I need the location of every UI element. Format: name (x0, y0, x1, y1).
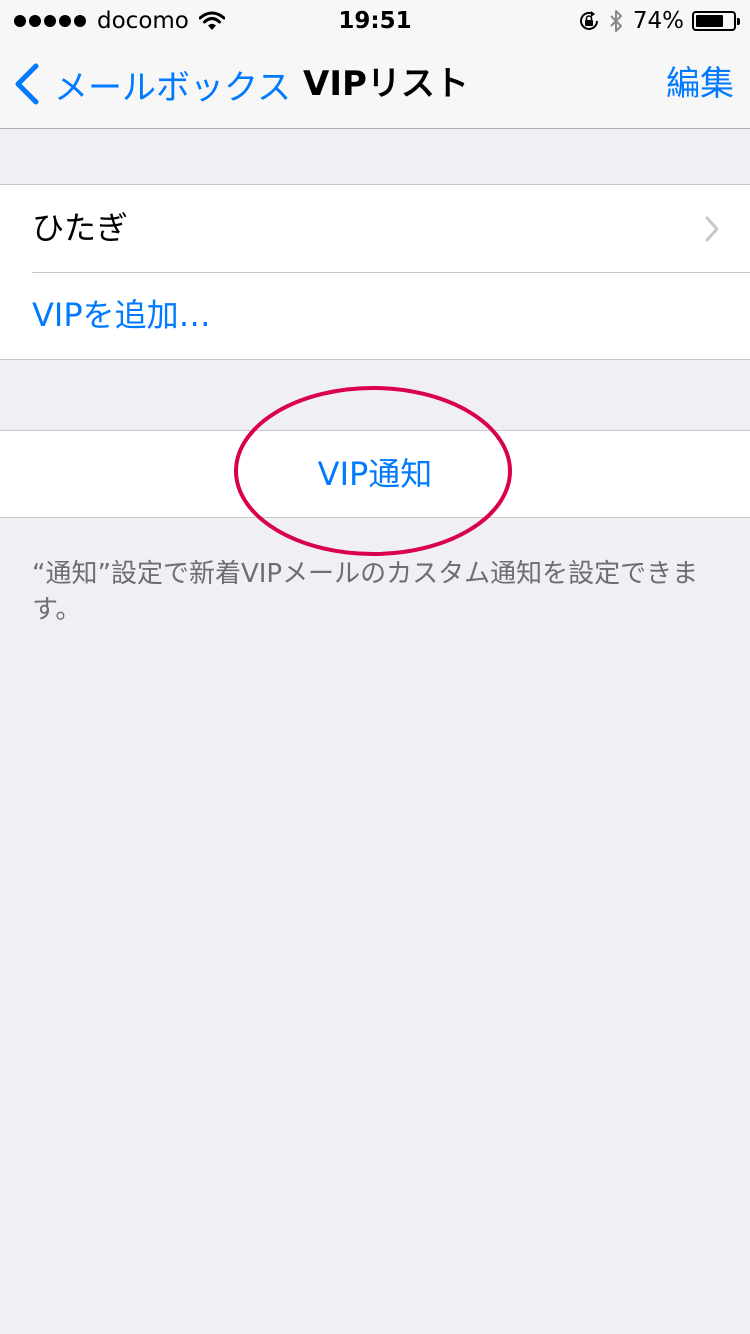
status-bar: docomo 19:51 74% (0, 0, 750, 40)
chevron-left-icon (15, 63, 39, 105)
status-right: 74% (577, 6, 740, 36)
vip-notifications-button[interactable]: VIP通知 (0, 431, 750, 517)
battery-percent: 74% (632, 8, 684, 34)
chevron-right-icon (705, 216, 719, 242)
vip-notifications-note: “通知”設定で新着VIPメールのカスタム通知を設定できます。 (32, 559, 699, 625)
vip-contact-row[interactable]: ひたぎ (0, 185, 750, 272)
vip-contact-name: ひたぎ (32, 209, 129, 247)
battery-nub (737, 18, 740, 25)
back-button[interactable]: メールボックス (12, 40, 291, 128)
vip-notifications-group: VIP通知 (0, 430, 750, 518)
rotation-lock-icon (579, 11, 598, 30)
edit-button[interactable]: 編集 (666, 40, 734, 128)
vip-list-group: ひたぎ VIPを追加… (0, 184, 750, 360)
battery-fill (696, 15, 723, 27)
back-button-label: メールボックス (54, 67, 291, 108)
add-vip-button[interactable]: VIPを追加… (0, 272, 750, 359)
battery-icon (692, 11, 740, 31)
page-title: VIPリスト (303, 64, 469, 104)
navigation-bar: メールボックス VIPリスト 編集 (0, 40, 750, 129)
bluetooth-icon (610, 10, 622, 32)
